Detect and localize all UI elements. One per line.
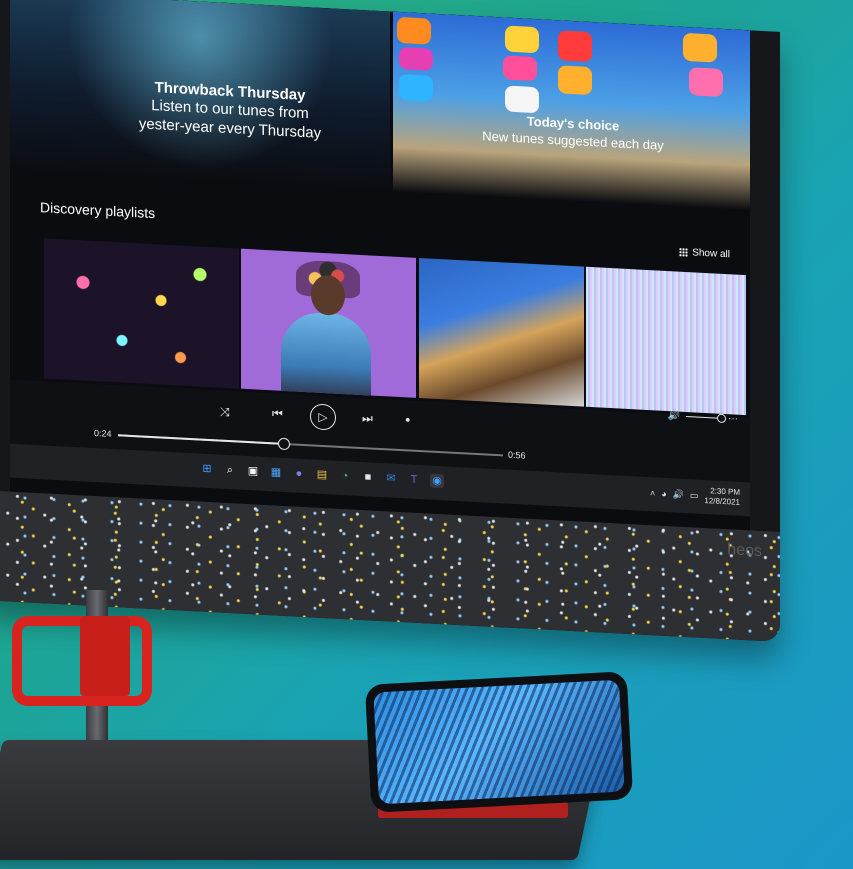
next-icon[interactable]: ⏭: [362, 411, 373, 427]
elapsed-time: 0:24: [94, 427, 112, 439]
rock-shape: [397, 16, 431, 45]
duration-time: 0:56: [508, 449, 526, 461]
repeat-icon[interactable]: ●: [405, 414, 410, 424]
rock-shape: [689, 67, 723, 97]
hero-banner-throwback[interactable]: Throwback Thursday Listen to our tunes f…: [10, 0, 390, 192]
rock-shape: [505, 85, 539, 114]
hero-banner-todays-choice[interactable]: Today's choice New tunes suggested each …: [393, 11, 750, 211]
rock-shape: [399, 73, 433, 102]
chat-icon[interactable]: ●: [292, 466, 306, 481]
chevron-up-icon[interactable]: ˄: [650, 488, 655, 498]
rock-shape: [505, 25, 539, 54]
monitor-screen: Throwback Thursday Listen to our tunes f…: [10, 0, 750, 531]
active-app-icon[interactable]: ◉: [430, 473, 444, 489]
task-view-icon[interactable]: ▣: [246, 464, 260, 479]
more-options-icon[interactable]: ···: [728, 413, 738, 425]
widgets-icon[interactable]: ▦: [269, 465, 283, 480]
store-icon[interactable]: ■: [361, 470, 375, 485]
brand-logo: heos: [727, 541, 762, 560]
monitor: Throwback Thursday Listen to our tunes f…: [0, 0, 780, 642]
seek-thumb[interactable]: [277, 437, 290, 451]
rock-shape: [399, 46, 433, 71]
system-tray: ˄ ◕ 🔊 ▭ 2:30 PM 12/8/2021: [650, 483, 740, 508]
grid-icon: [679, 247, 689, 258]
hero-banner-text: Today's choice New tunes suggested each …: [473, 111, 673, 155]
seek-bar-fill: [118, 434, 284, 445]
rock-shape: [503, 55, 537, 82]
portrait-face: [311, 274, 345, 317]
section-title: Discovery playlists: [40, 199, 156, 222]
battery-icon[interactable]: ▭: [690, 490, 699, 501]
clock-date: 12/8/2021: [704, 495, 740, 507]
teams-icon[interactable]: T: [407, 472, 421, 487]
start-icon[interactable]: ⊞: [200, 462, 214, 477]
wifi-icon[interactable]: ◕: [661, 489, 666, 499]
file-explorer-icon[interactable]: ▤: [315, 468, 329, 483]
playlist-tile[interactable]: [44, 238, 239, 389]
previous-icon[interactable]: ⏮: [272, 406, 283, 422]
volume-icon[interactable]: 🔊: [673, 489, 684, 501]
playlist-tile[interactable]: [241, 248, 416, 398]
edge-icon[interactable]: ◔: [338, 469, 352, 484]
cable-clip-band: [80, 616, 130, 696]
volume-icon[interactable]: 🔊: [668, 410, 680, 422]
product-scene: Throwback Thursday Listen to our tunes f…: [0, 0, 853, 869]
playlist-tile[interactable]: [419, 258, 584, 407]
taskbar-apps: ⊞ ⌕ ▣ ▦ ● ▤ ◔ ■ ✉ T ◉: [200, 462, 444, 489]
play-button[interactable]: ▷: [310, 403, 336, 431]
show-all-label: Show all: [692, 247, 730, 261]
phone-screen: [373, 679, 625, 805]
rock-shape: [558, 30, 592, 63]
outlook-icon[interactable]: ✉: [384, 471, 398, 486]
shuffle-icon[interactable]: ⤨: [220, 405, 230, 421]
hero-banner-text: Throwback Thursday Listen to our tunes f…: [120, 77, 340, 144]
rock-shape: [683, 32, 717, 63]
volume-slider[interactable]: [686, 413, 726, 423]
play-icon: ▷: [318, 409, 328, 425]
volume-thumb[interactable]: [717, 413, 726, 423]
search-icon[interactable]: ⌕: [223, 463, 237, 478]
rock-shape: [558, 65, 592, 96]
smartphone: [364, 671, 634, 813]
clock[interactable]: 2:30 PM 12/8/2021: [704, 486, 740, 508]
volume-control: 🔊 ···: [668, 410, 738, 425]
portrait-body: [281, 310, 371, 398]
playlist-tile[interactable]: [586, 266, 746, 416]
show-all-button[interactable]: Show all: [679, 247, 730, 261]
